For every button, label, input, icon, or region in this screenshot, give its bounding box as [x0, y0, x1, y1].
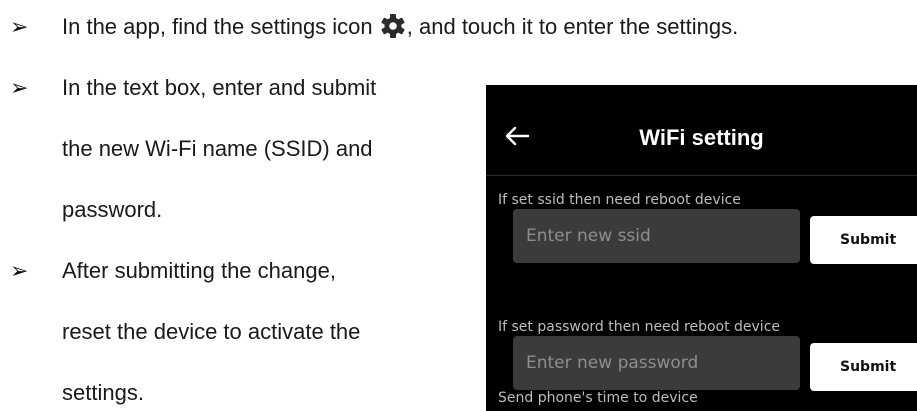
instruction-2-line-3: password.	[62, 197, 163, 222]
instruction-3-line-3: settings.	[62, 380, 144, 405]
screen-title: WiFi setting	[639, 125, 764, 150]
app-bar: WiFi setting	[486, 85, 917, 176]
bullet-marker: ➢	[10, 14, 29, 39]
instruction-3-line-1: After submitting the change,	[62, 258, 336, 283]
instruction-2-line-1: In the text box, enter and submit	[62, 75, 377, 100]
instruction-2-line-2: the new Wi-Fi name (SSID) and	[62, 136, 373, 161]
ssid-submit-button[interactable]: Submit	[810, 216, 917, 264]
gear-icon	[380, 14, 406, 38]
instruction-3-line-2: reset the device to activate the	[62, 319, 361, 344]
password-input[interactable]	[513, 336, 800, 390]
instruction-1-text-a: In the app, find the settings icon	[62, 14, 373, 39]
ssid-field	[513, 209, 800, 263]
password-caption: If set password then need reboot device	[498, 319, 781, 335]
wifi-setting-screen: WiFi setting If set ssid then need reboo…	[486, 85, 917, 411]
instruction-1: In the app, find the settings icon , and…	[62, 14, 738, 40]
bullet-marker: ➢	[10, 258, 29, 283]
ssid-caption: If set ssid then need reboot device	[498, 192, 741, 208]
instruction-1-text-b: , and touch it to enter the settings.	[406, 14, 739, 39]
password-submit-button[interactable]: Submit	[810, 343, 917, 391]
bullet-marker: ➢	[10, 75, 29, 100]
send-time-caption[interactable]: Send phone's time to device	[498, 390, 698, 406]
ssid-input[interactable]	[513, 209, 800, 263]
password-field	[513, 336, 800, 390]
